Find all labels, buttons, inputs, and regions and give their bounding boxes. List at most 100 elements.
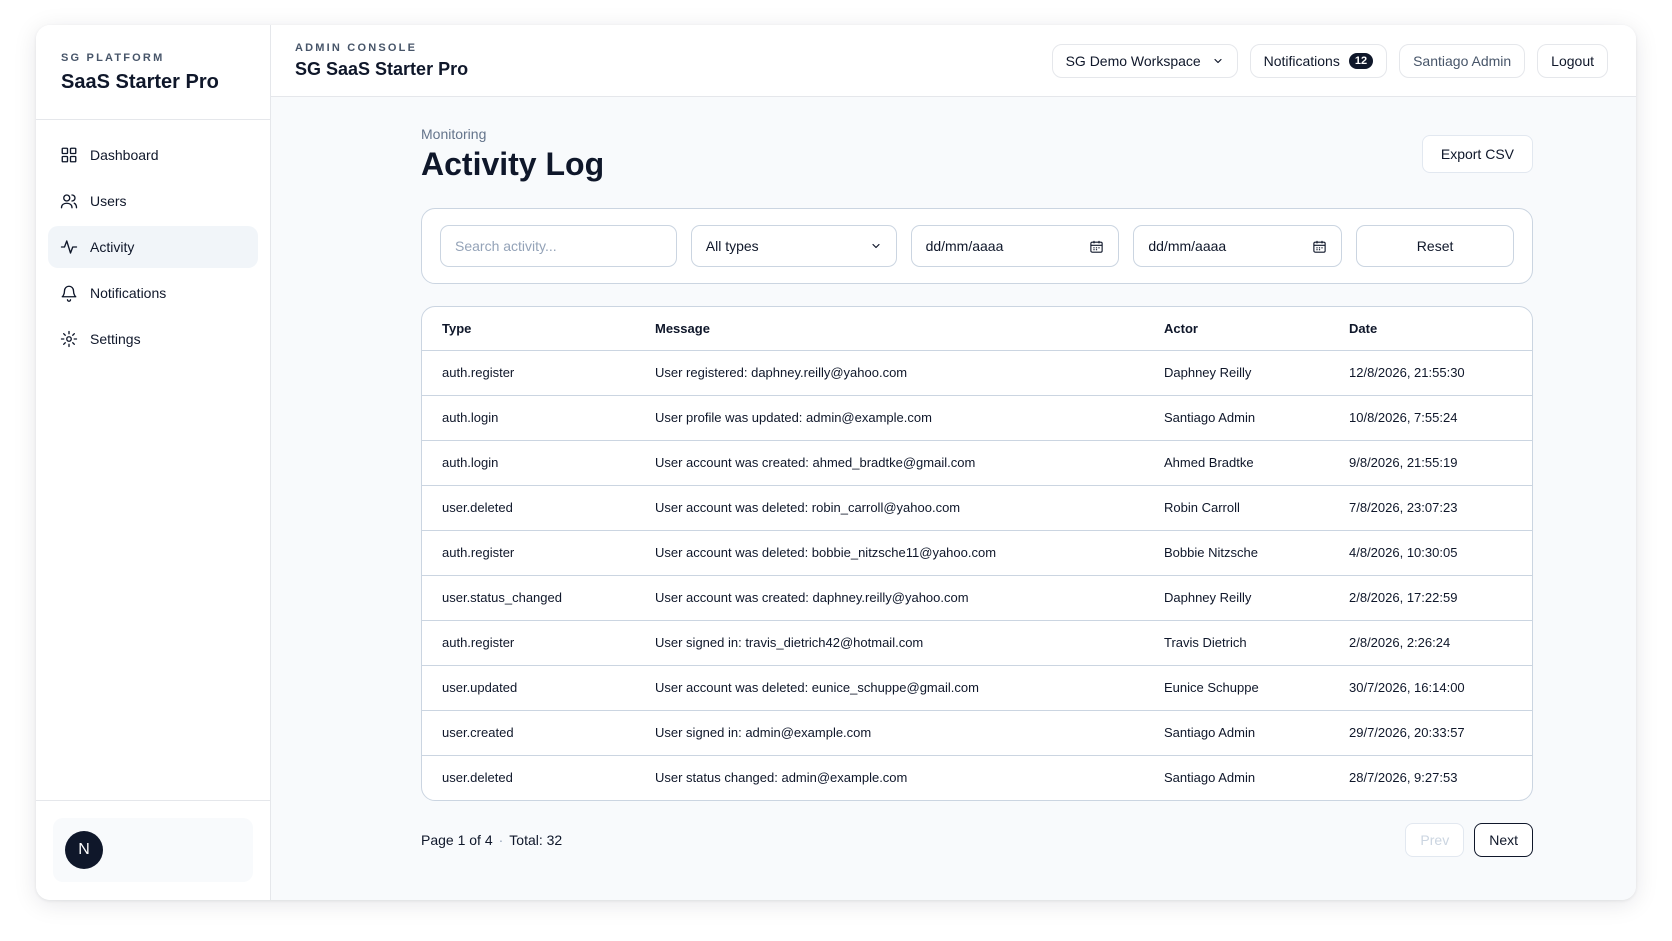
date-to-input[interactable]: dd/mm/aaaa [1133, 225, 1343, 267]
users-icon [60, 194, 78, 209]
cell-type: auth.register [422, 530, 635, 576]
cell-message: User signed in: admin@example.com [635, 710, 1144, 756]
prev-page-button[interactable]: Prev [1405, 823, 1465, 857]
chevron-down-icon [1213, 58, 1222, 63]
table-row: user.deleted User account was deleted: r… [422, 485, 1532, 531]
filter-bar: Search activity... All types dd/mm/aaaa … [421, 208, 1533, 284]
workspace-select[interactable]: SG Demo Workspace [1051, 43, 1238, 78]
topbar: ADMIN CONSOLE SG SaaS Starter Pro SG Dem… [271, 25, 1636, 97]
cell-message: User account was deleted: robin_carroll@… [635, 485, 1144, 531]
cell-message: User account was created: ahmed_bradtke@… [635, 440, 1144, 486]
sidebar-item-activity[interactable]: Activity [48, 226, 258, 268]
console-heading: ADMIN CONSOLE SG SaaS Starter Pro [295, 42, 468, 80]
avatar[interactable]: N [65, 831, 103, 869]
cell-message: User registered: daphney.reilly@yahoo.co… [635, 350, 1144, 396]
cell-actor: Santiago Admin [1164, 770, 1256, 786]
column-header-message: Message [635, 307, 1144, 351]
cell-actor: Daphney Reilly [1144, 575, 1329, 621]
gear-icon [60, 330, 78, 348]
console-title: SG SaaS Starter Pro [295, 58, 469, 79]
console-kicker: ADMIN CONSOLE [295, 41, 418, 54]
next-page-button[interactable]: Next [1474, 823, 1533, 857]
type-select[interactable]: All types [690, 225, 897, 267]
column-header-type: Type [422, 307, 635, 351]
cell-actor: Travis Dietrich [1144, 620, 1329, 666]
page-heading: Monitoring Activity Log [421, 126, 604, 183]
date-from-input[interactable]: dd/mm/aaaa [910, 225, 1120, 267]
export-csv-button[interactable]: Export CSV [1421, 135, 1533, 173]
brand: SG PLATFORM SaaS Starter Pro [36, 25, 270, 120]
date-from-value: dd/mm/aaaa [925, 238, 1004, 254]
bell-icon [61, 285, 77, 302]
cell-date: 7/8/2026, 23:07:23 [1329, 485, 1532, 531]
cell-type: user.deleted [422, 485, 635, 531]
notifications-label: Notifications [1263, 52, 1340, 69]
content-inner: Monitoring Activity Log Export CSV Searc… [421, 126, 1533, 857]
table-header-row: Type Message Actor Date [422, 307, 1532, 351]
content: Monitoring Activity Log Export CSV Searc… [271, 97, 1636, 857]
cell-type: auth.login [422, 395, 635, 441]
search-input[interactable]: Search activity... [440, 225, 677, 267]
calendar-icon[interactable] [1312, 239, 1327, 254]
sidebar-footer: N [36, 800, 270, 900]
chevron-down-icon [871, 243, 880, 249]
cell-date: 4/8/2026, 10:30:05 [1329, 530, 1532, 576]
cell-type: auth.register [422, 620, 635, 666]
notifications-button[interactable]: Notifications 12 [1249, 43, 1388, 78]
table-row: user.created User signed in: admin@examp… [422, 710, 1532, 756]
table-row: auth.register User account was deleted: … [422, 530, 1532, 576]
total-count: Total: 32 [509, 832, 563, 848]
sidebar: SG PLATFORM SaaS Starter Pro Dashboard U… [36, 25, 271, 900]
pagination-buttons: Prev Next [1405, 823, 1533, 857]
cell-type: user.updated [422, 665, 635, 711]
sidebar-item-label: Settings [90, 331, 141, 347]
workspace-label: SG Demo Workspace [1065, 52, 1201, 69]
cell-date: 2/8/2026, 17:22:59 [1329, 575, 1532, 621]
cell-actor: Robin Carroll [1144, 485, 1329, 531]
cell-message: User account was deleted: eunice_schuppe… [635, 665, 1144, 711]
page-indicator: Page 1 of 4 [421, 832, 493, 848]
table-head: Type Message Actor Date [422, 307, 1532, 351]
pagination-info: Page 1 of 4 · Total: 32 [421, 832, 562, 848]
sidebar-item-label: Notifications [90, 285, 167, 301]
cell-actor: Santiago Admin [1144, 395, 1329, 441]
cell-date: 2/8/2026, 2:26:24 [1329, 620, 1532, 666]
cell-type: user.status_changed [422, 575, 635, 621]
sidebar-item-dashboard[interactable]: Dashboard [48, 134, 258, 176]
cell-actor: Eunice Schuppe [1144, 665, 1329, 711]
sidebar-item-settings[interactable]: Settings [48, 318, 258, 360]
notifications-count-badge: 12 [1348, 52, 1374, 69]
top-actions: SG Demo Workspace Notifications 12 Santi… [1051, 43, 1608, 78]
page-kicker: Monitoring [421, 126, 487, 142]
cell-type: auth.register [422, 350, 635, 396]
brand-name: SaaS Starter Pro [61, 71, 219, 93]
sidebar-item-label: Dashboard [90, 147, 159, 163]
activity-icon [60, 240, 78, 254]
activity-table-container: Type Message Actor Date auth.register Us… [421, 306, 1533, 801]
logout-label: Logout [1551, 52, 1594, 69]
cell-date: 29/7/2026, 20:33:57 [1329, 710, 1532, 756]
sidebar-item-notifications[interactable]: Notifications [48, 272, 258, 314]
cell-message: User account was deleted: bobbie_nitzsch… [635, 530, 1144, 576]
reset-button[interactable]: Reset [1356, 225, 1515, 267]
cell-actor: Daphney Reilly [1144, 350, 1329, 396]
page-header: Monitoring Activity Log Export CSV [421, 126, 1533, 183]
table-row: user.updated User account was deleted: e… [422, 665, 1532, 711]
table-row: auth.register User signed in: travis_die… [422, 620, 1532, 666]
logout-button[interactable]: Logout [1537, 43, 1608, 78]
main-area: ADMIN CONSOLE SG SaaS Starter Pro SG Dem… [271, 25, 1636, 900]
pagination: Page 1 of 4 · Total: 32 Prev Next [421, 823, 1533, 857]
cell-actor: Bobbie Nitzsche [1144, 530, 1329, 576]
table-row: user.status_changed User account was cre… [422, 575, 1532, 621]
type-select-value: All types [705, 238, 759, 254]
cell-message: User profile was updated: admin@example.… [635, 395, 1144, 441]
cell-message: User account was created: daphney.reilly… [635, 575, 1144, 621]
user-card[interactable]: N [53, 818, 253, 882]
cell-message: User signed in: travis_dietrich42@hotmai… [635, 620, 1144, 666]
sidebar-item-users[interactable]: Users [48, 180, 258, 222]
cell-type: user.deleted [442, 770, 513, 786]
user-menu-button[interactable]: Santiago Admin [1399, 43, 1526, 78]
calendar-icon[interactable] [1089, 239, 1104, 254]
cell-date: 12/8/2026, 21:55:30 [1329, 350, 1532, 396]
cell-type: user.created [422, 710, 635, 756]
